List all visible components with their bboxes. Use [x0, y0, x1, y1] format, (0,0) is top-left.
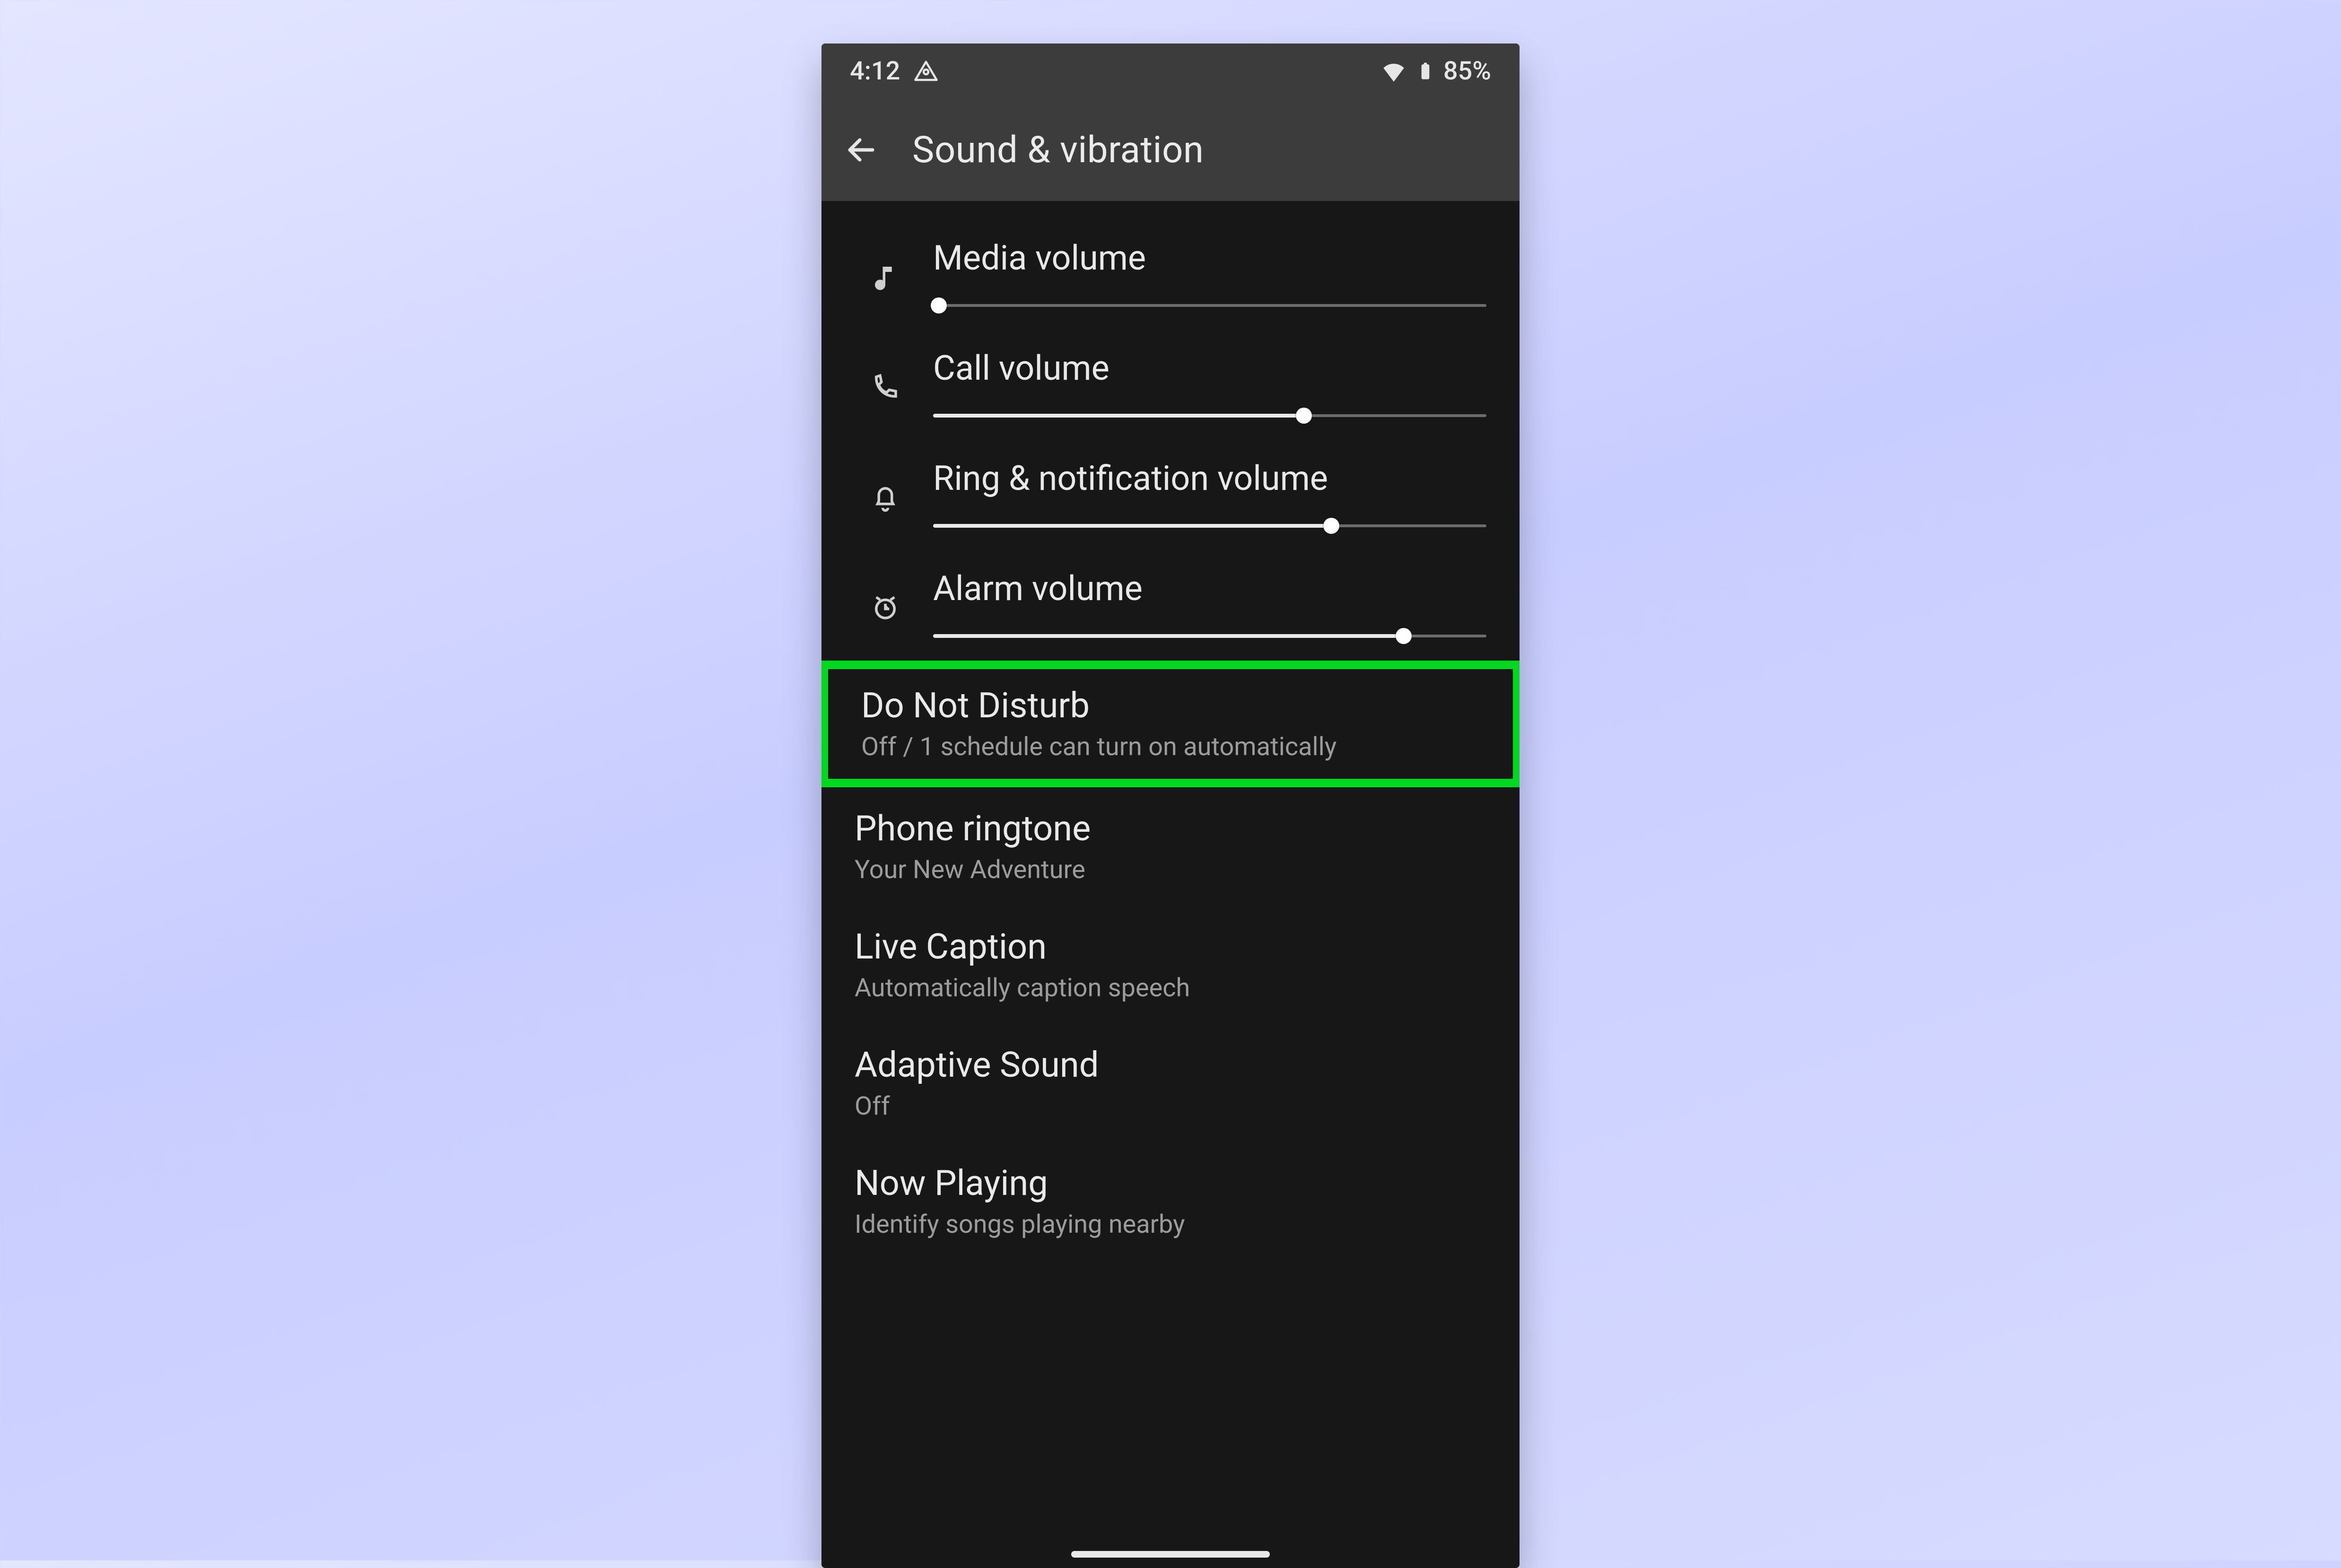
phone-ringtone-item[interactable]: Phone ringtone Your New Adventure [821, 787, 1520, 906]
alarm-volume-row[interactable]: Alarm volume [821, 550, 1520, 661]
live-caption-item[interactable]: Live Caption Automatically caption speec… [821, 906, 1520, 1024]
page-title: Sound & vibration [912, 129, 1204, 172]
ringtone-subtitle: Your New Adventure [855, 855, 1486, 885]
call-volume-slider[interactable] [933, 409, 1486, 422]
back-button[interactable] [844, 133, 878, 167]
media-volume-slider[interactable] [933, 299, 1486, 312]
adaptive-title: Adaptive Sound [855, 1045, 1486, 1086]
caption-title: Live Caption [855, 926, 1486, 967]
alarm-volume-label: Alarm volume [933, 568, 1486, 609]
now-subtitle: Identify songs playing nearby [855, 1210, 1486, 1239]
call-volume-row[interactable]: Call volume [821, 330, 1520, 440]
do-not-disturb-item[interactable]: Do Not Disturb Off / 1 schedule can turn… [821, 661, 1520, 787]
adaptive-sound-item[interactable]: Adaptive Sound Off [821, 1024, 1520, 1142]
music-note-icon [870, 261, 901, 293]
wifi-icon [1380, 58, 1407, 85]
settings-list: Media volume Call volume [821, 201, 1520, 1260]
now-title: Now Playing [855, 1163, 1486, 1204]
home-indicator[interactable] [1071, 1551, 1270, 1558]
alarm-volume-slider[interactable] [933, 629, 1486, 643]
call-volume-label: Call volume [933, 348, 1486, 388]
ringtone-title: Phone ringtone [855, 808, 1486, 849]
battery-percent: 85% [1443, 56, 1491, 86]
dnd-title: Do Not Disturb [861, 685, 1480, 726]
media-volume-row[interactable]: Media volume [821, 220, 1520, 330]
bell-icon [870, 482, 901, 513]
caption-subtitle: Automatically caption speech [855, 973, 1486, 1003]
alarm-clock-icon [870, 592, 901, 623]
now-playing-item[interactable]: Now Playing Identify songs playing nearb… [821, 1142, 1520, 1260]
dnd-subtitle: Off / 1 schedule can turn on automatical… [861, 732, 1480, 762]
status-bar: 4:12 85% [821, 44, 1520, 99]
triangle-warning-icon [913, 59, 939, 84]
adaptive-subtitle: Off [855, 1091, 1486, 1121]
media-volume-label: Media volume [933, 238, 1486, 278]
app-bar: Sound & vibration [821, 99, 1520, 201]
ring-volume-label: Ring & notification volume [933, 458, 1486, 498]
ring-volume-slider[interactable] [933, 519, 1486, 532]
settings-sound-screen: 4:12 85% Sound & vibration [821, 44, 1520, 1568]
ring-volume-row[interactable]: Ring & notification volume [821, 440, 1520, 550]
phone-icon [870, 372, 901, 403]
clock: 4:12 [850, 56, 900, 86]
battery-icon [1416, 57, 1435, 86]
